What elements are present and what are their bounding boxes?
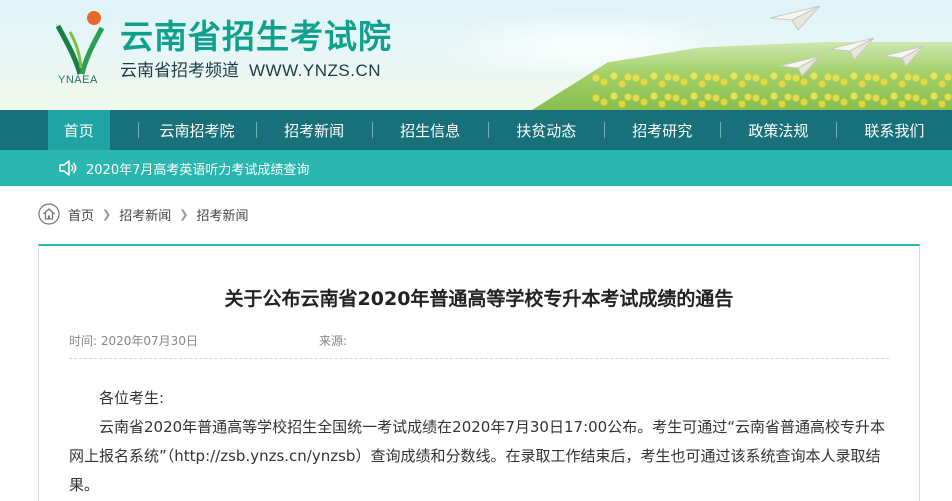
- site-url[interactable]: WWW.YNZS.CN: [249, 61, 381, 80]
- source-label: 来源:: [319, 334, 348, 348]
- paper-plane-icon: [780, 56, 820, 76]
- nav-item-admission-info[interactable]: 招生信息: [373, 110, 488, 150]
- article-meta: 时间: 2020年07月30日 来源:: [69, 332, 347, 349]
- nav-item-exam-news[interactable]: 招考新闻: [257, 110, 372, 150]
- time-label: 时间:: [69, 334, 98, 348]
- logo-text: YNAEA: [58, 74, 98, 86]
- paper-plane-icon: [830, 38, 874, 60]
- header-banner: YNAEA 云南省招生考试院 云南省招考频道 WWW.YNZS.CN: [0, 0, 952, 110]
- nav-item-yunnan-exam-institute[interactable]: 云南招考院: [139, 110, 256, 150]
- banner-flowers: [592, 70, 952, 110]
- speaker-icon: [59, 160, 77, 176]
- notice-link[interactable]: 2020年7月高考英语听力考试成绩查询: [86, 159, 309, 178]
- notice-bar: 2020年7月高考英语听力考试成绩查询: [0, 150, 952, 186]
- breadcrumb-item-current[interactable]: 招考新闻: [196, 205, 248, 224]
- main-nav: 首页 云南招考院 招考新闻 招生信息 扶贫动态 招考研究 政策法规 联系我们: [0, 110, 952, 150]
- divider: [69, 358, 889, 359]
- nav-item-contact-us[interactable]: 联系我们: [837, 110, 952, 150]
- article-greeting: 各位考生:: [99, 389, 165, 407]
- article-paragraph: 云南省2020年普通高等学校招生全国统一考试成绩在2020年7月30日17:00…: [69, 418, 885, 494]
- nav-item-exam-research[interactable]: 招考研究: [605, 110, 720, 150]
- breadcrumb: 首页 ❯ 招考新闻 ❯ 招考新闻: [38, 202, 248, 226]
- site-subtitle: 云南省招考频道 WWW.YNZS.CN: [120, 56, 381, 81]
- breadcrumb-item-exam-news[interactable]: 招考新闻: [119, 205, 171, 224]
- nav-item-home[interactable]: 首页: [48, 110, 110, 150]
- home-icon: [38, 203, 60, 225]
- chevron-right-icon: ❯: [102, 207, 112, 221]
- breadcrumb-item-home[interactable]: 首页: [68, 205, 94, 224]
- site-title[interactable]: 云南省招生考试院: [120, 10, 392, 58]
- site-sub-label: 云南省招考频道: [120, 61, 239, 81]
- nav-item-policy-law[interactable]: 政策法规: [721, 110, 836, 150]
- paper-plane-icon: [884, 46, 924, 66]
- article-title: 关于公布云南省2020年普通高等学校专升本考试成绩的通告: [224, 288, 734, 310]
- paper-plane-icon: [770, 6, 820, 30]
- article-body: 各位考生: 云南省2020年普通高等学校招生全国统一考试成绩在2020年7月30…: [69, 384, 889, 500]
- article-container: 关于公布云南省2020年普通高等学校专升本考试成绩的通告 时间: 2020年07…: [38, 244, 920, 501]
- nav-item-poverty-relief[interactable]: 扶贫动态: [489, 110, 604, 150]
- time-value: 2020年07月30日: [100, 334, 198, 348]
- chevron-right-icon: ❯: [179, 207, 189, 221]
